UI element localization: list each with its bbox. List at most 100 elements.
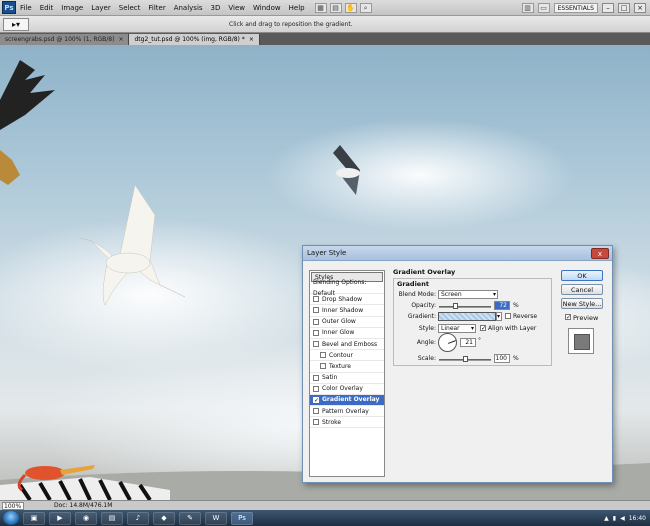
style-item-inner-shadow[interactable]: Inner Shadow xyxy=(310,305,384,317)
align-with-layer-checkbox[interactable]: ✓ xyxy=(480,325,486,332)
style-item-label: Gradient Overlay xyxy=(322,396,380,404)
scale-percent: % xyxy=(513,355,519,362)
style-item-pattern-overlay[interactable]: Pattern Overlay xyxy=(310,406,384,418)
volume-icon[interactable]: ◀ xyxy=(620,515,625,522)
layer-style-dialog: Layer Style x Styles Blending Options: De… xyxy=(302,245,613,483)
style-checkbox[interactable] xyxy=(320,363,326,370)
menu-help[interactable]: Help xyxy=(285,4,309,12)
style-item-texture[interactable]: Texture xyxy=(310,361,384,373)
tray-arrow-icon[interactable]: ▲ xyxy=(604,515,609,522)
explorer-icon[interactable]: ▣ xyxy=(23,511,45,525)
preview-swatch xyxy=(568,328,594,354)
zoom-field[interactable]: 100% xyxy=(2,501,24,510)
screen-mode-icon[interactable]: ▭ xyxy=(537,2,550,13)
tab-screengrabs[interactable]: screengrabs.psd @ 100% (1, RGB/8) × xyxy=(0,34,130,45)
new-style-button[interactable]: New Style... xyxy=(561,298,603,309)
menu-select[interactable]: Select xyxy=(115,4,145,12)
minimize-icon[interactable]: – xyxy=(602,2,614,13)
style-checkbox[interactable]: ✓ xyxy=(313,396,319,403)
style-checkbox[interactable] xyxy=(313,341,319,348)
style-checkbox[interactable] xyxy=(313,329,319,336)
menu-analysis[interactable]: Analysis xyxy=(170,4,207,12)
blend-mode-value: Screen xyxy=(441,291,462,298)
gradient-swatch[interactable] xyxy=(438,312,496,321)
style-item-contour[interactable]: Contour xyxy=(310,350,384,362)
styles-list: Styles Blending Options: Default Drop Shad… xyxy=(309,270,385,477)
style-checkbox[interactable] xyxy=(313,374,319,381)
zoom-icon[interactable]: ⌕ xyxy=(359,2,372,13)
menu-edit[interactable]: Edit xyxy=(36,4,58,12)
move-tool-icon[interactable]: ▸▾ xyxy=(3,17,29,31)
music-player-icon[interactable]: ♪ xyxy=(127,511,149,525)
style-select[interactable]: Linear ▾ xyxy=(438,324,476,333)
style-checkbox[interactable] xyxy=(313,408,319,415)
cancel-button[interactable]: Cancel xyxy=(561,284,603,295)
style-item-satin[interactable]: Satin xyxy=(310,373,384,384)
style-item-label: Texture xyxy=(329,362,351,370)
workspace-switcher[interactable]: ESSENTIALS xyxy=(553,2,598,13)
angle-field[interactable]: 21 xyxy=(460,338,476,347)
menu-layer[interactable]: Layer xyxy=(87,4,115,12)
folder-icon[interactable]: ▤ xyxy=(101,511,123,525)
dialog-close-icon[interactable]: x xyxy=(591,248,609,259)
style-item-blending-options-default[interactable]: Blending Options: Default xyxy=(310,279,384,297)
bridge-icon[interactable]: ▦ xyxy=(314,2,327,13)
close-tab-icon[interactable]: × xyxy=(118,36,123,43)
gradient-dropdown[interactable]: ▾ xyxy=(496,312,502,321)
app-icon[interactable]: ◆ xyxy=(153,511,175,525)
angle-degree: ° xyxy=(478,337,481,344)
options-bar: ▸▾ Click and drag to reposition the grad… xyxy=(0,16,650,33)
opacity-slider[interactable] xyxy=(439,306,491,308)
menu-window[interactable]: Window xyxy=(249,4,285,12)
preview-label: Preview xyxy=(573,314,599,322)
ok-button[interactable]: OK xyxy=(561,270,603,281)
menu-view[interactable]: View xyxy=(224,4,249,12)
style-checkbox[interactable] xyxy=(313,307,319,314)
style-checkbox[interactable] xyxy=(320,352,326,359)
minibridge-icon[interactable]: ▤ xyxy=(329,2,342,13)
menu-file[interactable]: File xyxy=(16,4,36,12)
style-checkbox[interactable] xyxy=(313,318,319,325)
angle-dial[interactable] xyxy=(438,333,457,352)
reverse-checkbox[interactable] xyxy=(505,313,511,319)
start-button-icon[interactable] xyxy=(3,511,19,525)
restore-icon[interactable]: □ xyxy=(618,2,630,13)
menu-filter[interactable]: Filter xyxy=(144,4,169,12)
blend-mode-select[interactable]: Screen ▾ xyxy=(438,290,498,299)
close-tab-icon[interactable]: × xyxy=(249,36,254,43)
tab-label: dtg2_tut.psd @ 100% (img, RGB/8) * xyxy=(134,36,245,43)
tab-dtg2-tut[interactable]: dtg2_tut.psd @ 100% (img, RGB/8) * × xyxy=(129,34,260,45)
menu-3d[interactable]: 3D xyxy=(207,4,225,12)
media-player-icon[interactable]: ▶ xyxy=(49,511,71,525)
dialog-title-bar[interactable]: Layer Style x xyxy=(303,246,612,261)
pdf-icon[interactable]: ✎ xyxy=(179,511,201,525)
close-icon[interactable]: × xyxy=(634,2,646,13)
opacity-slider-thumb[interactable] xyxy=(452,303,458,309)
style-checkbox[interactable] xyxy=(313,419,319,426)
style-item-stroke[interactable]: Stroke xyxy=(310,417,384,429)
network-icon[interactable]: ▮ xyxy=(613,515,616,522)
style-item-color-overlay[interactable]: Color Overlay xyxy=(310,384,384,395)
menu-image[interactable]: Image xyxy=(57,4,87,12)
system-tray: ▲ ▮ ◀ 16:40 xyxy=(604,515,650,522)
arrange-icon[interactable]: ▥ xyxy=(521,2,534,13)
style-item-inner-glow[interactable]: Inner Glow xyxy=(310,328,384,339)
photoshop-task-icon[interactable]: Ps xyxy=(231,511,253,525)
scale-field[interactable]: 100 xyxy=(494,354,510,363)
document-size-info[interactable]: Doc: 14.8M/476.1M xyxy=(54,502,112,509)
angle-needle xyxy=(448,340,456,344)
style-checkbox[interactable] xyxy=(313,296,319,303)
firefox-icon[interactable]: ◉ xyxy=(75,511,97,525)
scale-slider-thumb[interactable] xyxy=(463,356,468,362)
style-item-label: Inner Glow xyxy=(322,329,355,337)
preview-checkbox[interactable]: ✓ xyxy=(565,314,571,321)
style-checkbox[interactable] xyxy=(313,385,319,392)
hand-icon[interactable]: ✋ xyxy=(344,2,357,13)
opacity-field[interactable]: 72 xyxy=(494,301,510,310)
word-icon[interactable]: W xyxy=(205,511,227,525)
style-item-bevel-and-emboss[interactable]: Bevel and Emboss xyxy=(310,339,384,351)
style-item-gradient-overlay[interactable]: ✓ Gradient Overlay xyxy=(310,394,384,407)
style-item-outer-glow[interactable]: Outer Glow xyxy=(310,317,384,328)
chevron-down-icon: ▾ xyxy=(496,313,500,320)
clock[interactable]: 16:40 xyxy=(629,515,646,522)
